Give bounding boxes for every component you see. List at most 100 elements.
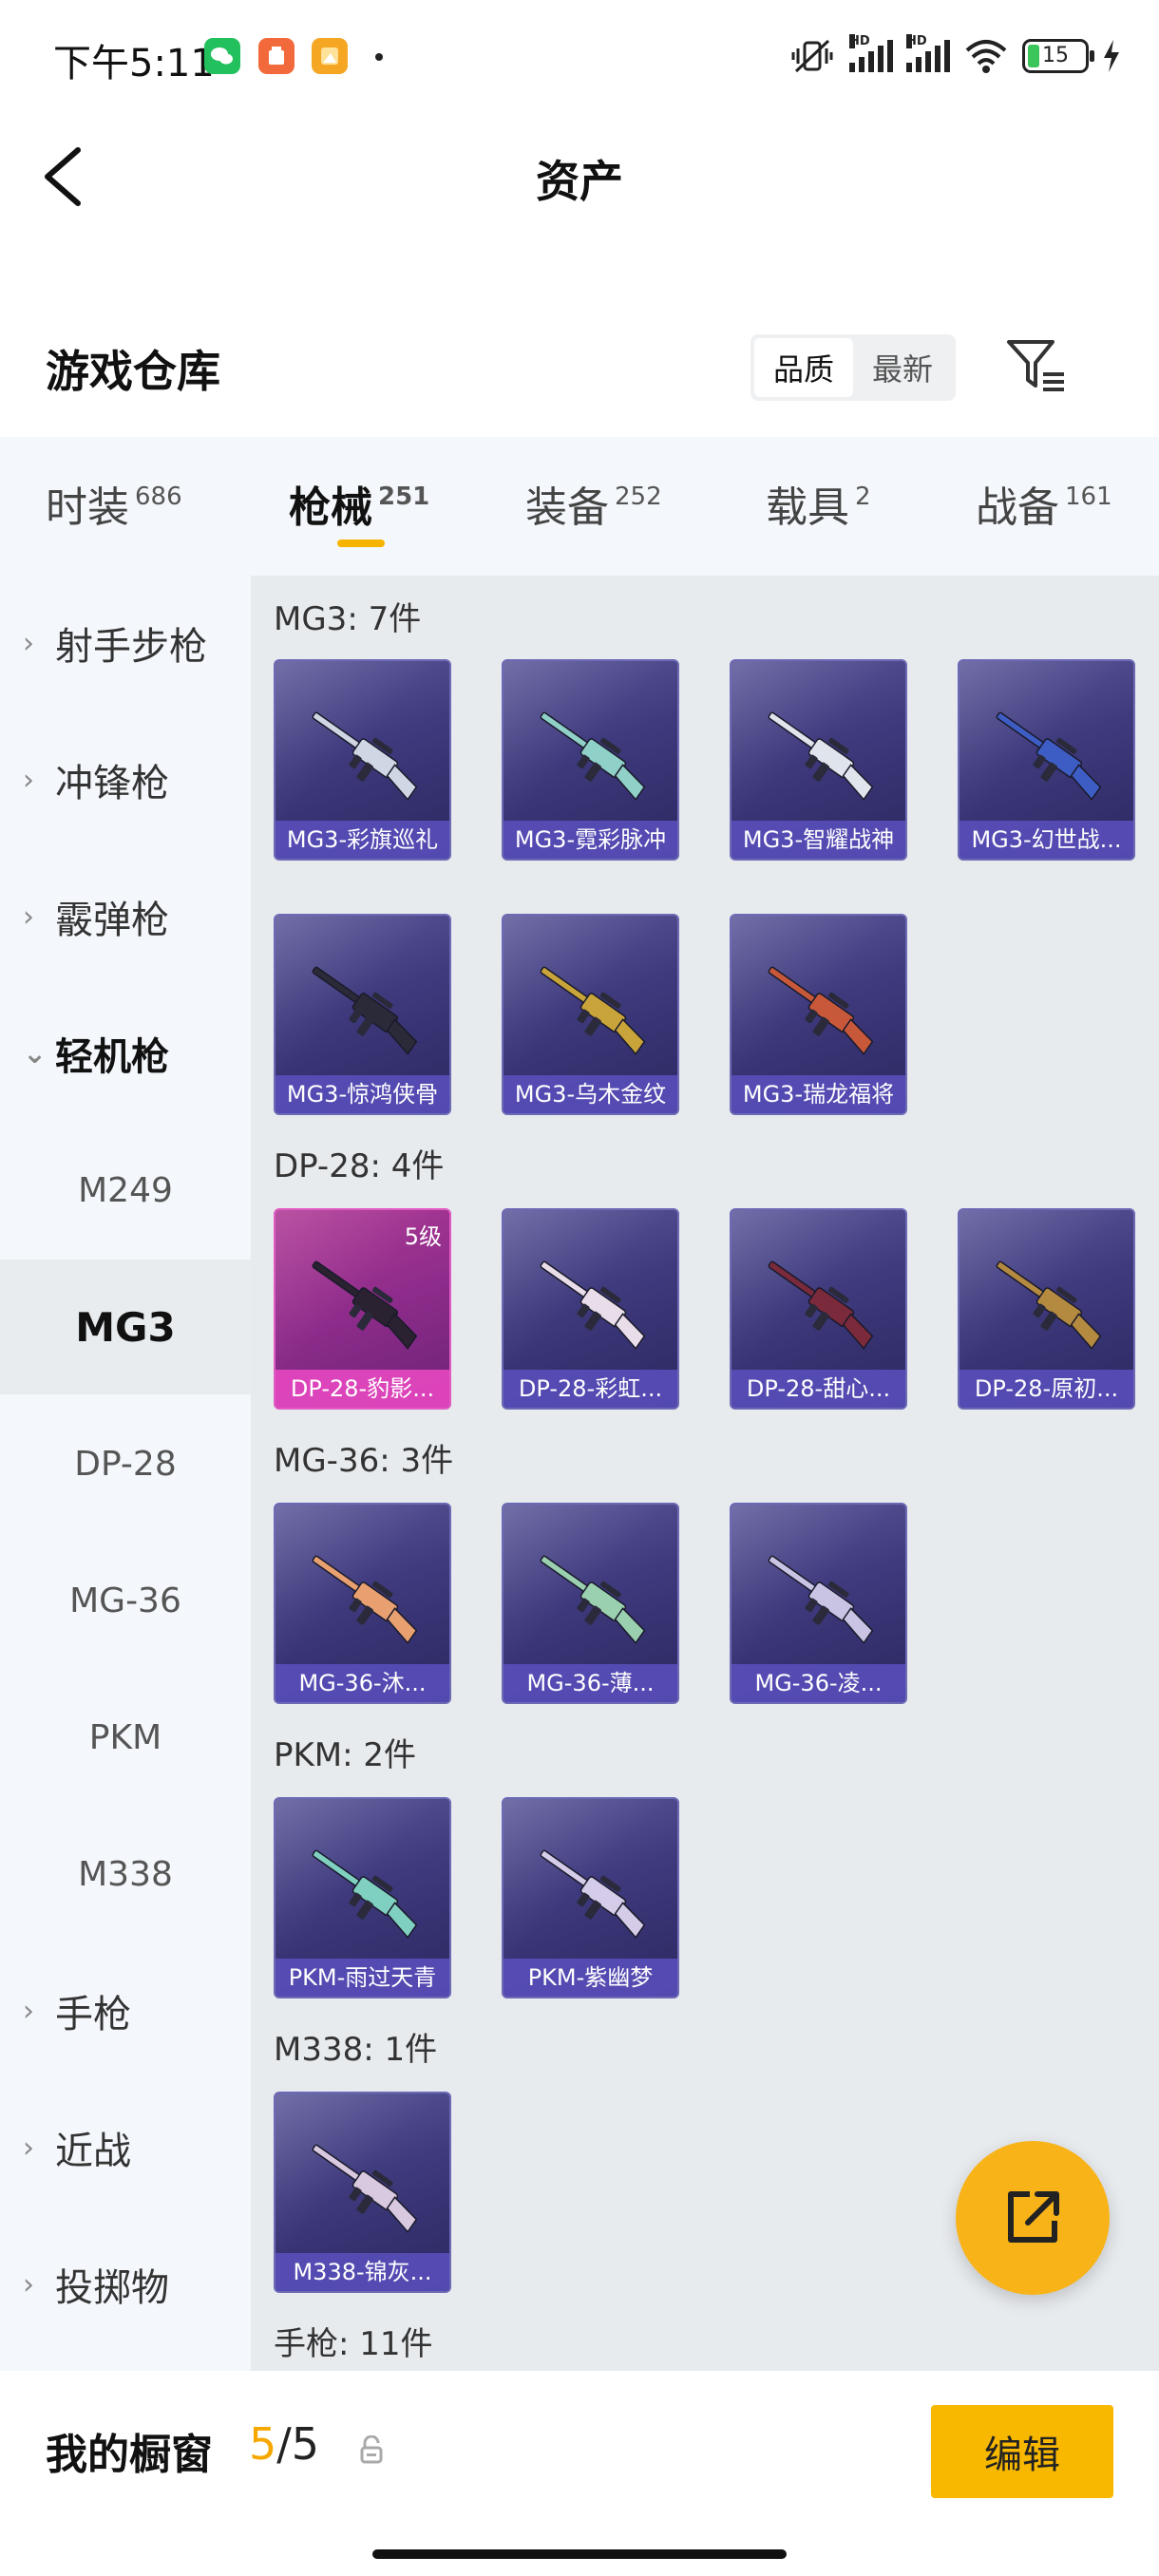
skin-card[interactable]: 5级 DP-28-豹影... — [274, 1208, 451, 1410]
skin-name: MG3-惊鸿侠骨 — [276, 1075, 449, 1113]
showcase-label: 我的橱窗 — [46, 2431, 213, 2479]
sidebar-item-mg36[interactable]: MG-36 — [0, 1533, 251, 1668]
skin-card[interactable]: PKM-紫幽梦 — [502, 1797, 679, 1998]
skin-card[interactable]: MG-36-薄... — [502, 1503, 679, 1704]
showcase-count: 5/5 — [249, 2418, 320, 2470]
tab-vehicles[interactable]: 载具 2 — [766, 473, 871, 534]
skin-card[interactable]: MG-36-凌... — [730, 1503, 907, 1704]
chevron-right-icon: › — [23, 900, 34, 934]
tab-equipment[interactable]: 装备 252 — [525, 473, 662, 534]
skin-card[interactable]: M338-锦灰... — [274, 2092, 451, 2293]
machine-gun-icon — [768, 711, 874, 801]
skin-card[interactable]: MG3-瑞龙福将 — [730, 914, 907, 1115]
skin-name: MG3-智耀战神 — [732, 821, 905, 859]
chevron-right-icon: › — [23, 2267, 34, 2301]
sidebar-item-shotgun[interactable]: › 霰弹枪 — [0, 849, 251, 984]
wifi-icon — [965, 40, 1007, 73]
sidebar-item-pistol[interactable]: › 手枪 — [0, 1943, 251, 2078]
skin-card[interactable]: MG3-霓彩脉冲 — [502, 659, 679, 861]
charging-icon — [1104, 40, 1119, 72]
skin-name: MG3-幻世战... — [960, 821, 1133, 859]
skin-card[interactable]: MG3-惊鸿侠骨 — [274, 914, 451, 1115]
status-indicators: HD HD 15 — [788, 34, 1121, 78]
tab-supplies[interactable]: 战备 161 — [976, 473, 1112, 534]
skin-name: DP-28-彩虹... — [504, 1370, 677, 1408]
mute-vibrate-icon — [791, 39, 833, 73]
machine-gun-icon — [540, 1555, 646, 1644]
skin-name: MG-36-薄... — [504, 1664, 677, 1702]
chevron-right-icon: › — [23, 1994, 34, 2028]
category-tabs: 时装 686 枪械 251 装备 252 载具 2 战备 161 — [0, 437, 1159, 576]
group-title-dp28: DP-28: 4件 — [274, 1147, 445, 1185]
skin-name: MG3-彩旗巡礼 — [276, 821, 449, 859]
page-title: 资产 — [536, 156, 623, 207]
status-time: 下午5:11 — [53, 42, 215, 85]
sidebar-item-throwable[interactable]: › 投掷物 — [0, 2217, 251, 2352]
skin-name: DP-28-豹影... — [276, 1370, 449, 1408]
machine-gun-icon — [768, 1555, 874, 1644]
sidebar-item-m338[interactable]: M338 — [0, 1807, 251, 1941]
machine-gun-icon — [312, 1849, 418, 1939]
home-indicator[interactable] — [372, 2549, 787, 2559]
machine-gun-icon — [312, 1555, 418, 1644]
sidebar-item-marksman-rifle[interactable]: › 射手步枪 — [0, 576, 251, 710]
group-title-pkm: PKM: 2件 — [274, 1736, 417, 1774]
skin-name: DP-28-甜心... — [732, 1370, 905, 1408]
tab-outfits[interactable]: 时装 686 — [46, 473, 182, 534]
signal-strength-icon: HD — [906, 34, 950, 72]
sidebar-item-lmg[interactable]: ⌄ 轻机枪 — [0, 986, 251, 1121]
skin-name: MG-36-凌... — [732, 1664, 905, 1702]
group-title-mg3: MG3: 7件 — [274, 600, 422, 638]
battery-level: 15 — [1042, 44, 1069, 67]
sidebar-item-melee[interactable]: › 近战 — [0, 2080, 251, 2215]
filter-button[interactable] — [1005, 336, 1072, 395]
skin-card[interactable]: DP-28-彩虹... — [502, 1208, 679, 1410]
machine-gun-icon — [768, 966, 874, 1055]
skin-card[interactable]: MG3-智耀战神 — [730, 659, 907, 861]
skin-card[interactable]: MG3-乌木金纹 — [502, 914, 679, 1115]
skin-name: M338-锦灰... — [276, 2253, 449, 2291]
skin-card[interactable]: MG-36-沐... — [274, 1503, 451, 1704]
machine-gun-icon — [768, 1260, 874, 1350]
machine-gun-icon — [312, 711, 418, 801]
skin-name: PKM-雨过天青 — [276, 1959, 449, 1997]
sort-by-quality[interactable]: 品质 — [754, 338, 853, 397]
sidebar-item-dp28[interactable]: DP-28 — [0, 1396, 251, 1531]
machine-gun-icon — [312, 966, 418, 1055]
machine-gun-icon — [996, 711, 1102, 801]
battery-icon: 15 — [1022, 39, 1094, 73]
lock-icon — [360, 2435, 383, 2464]
skin-name: DP-28-原初... — [960, 1370, 1133, 1408]
skin-card[interactable]: DP-28-原初... — [958, 1208, 1135, 1410]
machine-gun-icon — [540, 1260, 646, 1350]
sidebar-item-mg3[interactable]: MG3 — [0, 1260, 251, 1394]
signal-strength-icon: HD — [849, 34, 893, 72]
skin-card[interactable]: DP-28-甜心... — [730, 1208, 907, 1410]
app-notification-icon — [312, 38, 348, 74]
group-title-mg36: MG-36: 3件 — [274, 1442, 454, 1480]
wechat-icon — [204, 38, 240, 74]
sidebar-item-m249[interactable]: M249 — [0, 1123, 251, 1258]
weapon-grid: MG3: 7件 MG3-彩旗巡礼 MG3-霓彩脉冲 MG3-智耀战神 MG3-幻… — [251, 576, 1159, 2371]
skin-card[interactable]: PKM-雨过天青 — [274, 1797, 451, 1998]
more-notifications-dot — [375, 53, 383, 61]
sort-by-newest[interactable]: 最新 — [853, 338, 952, 397]
machine-gun-icon — [540, 1849, 646, 1939]
sidebar-item-smg[interactable]: › 冲锋枪 — [0, 712, 251, 847]
skin-name: MG3-乌木金纹 — [504, 1075, 677, 1113]
share-button[interactable] — [956, 2141, 1110, 2295]
skin-card[interactable]: MG3-幻世战... — [958, 659, 1135, 861]
app-notification-icon — [258, 38, 294, 74]
skin-name: MG3-霓彩脉冲 — [504, 821, 677, 859]
chevron-down-icon: ⌄ — [23, 1036, 48, 1070]
sidebar-item-pkm[interactable]: PKM — [0, 1670, 251, 1805]
skin-name: PKM-紫幽梦 — [504, 1959, 677, 1997]
chevron-right-icon: › — [23, 763, 34, 797]
skin-card[interactable]: MG3-彩旗巡礼 — [274, 659, 451, 861]
machine-gun-icon — [996, 1260, 1102, 1350]
edit-button[interactable]: 编辑 — [931, 2405, 1113, 2498]
chevron-right-icon: › — [23, 2131, 34, 2165]
status-bar: 下午5:11 HD HD 15 — [0, 0, 1159, 112]
tab-guns[interactable]: 枪械 251 — [289, 473, 429, 534]
showcase-bar: 我的橱窗 5/5 编辑 — [0, 2371, 1159, 2576]
